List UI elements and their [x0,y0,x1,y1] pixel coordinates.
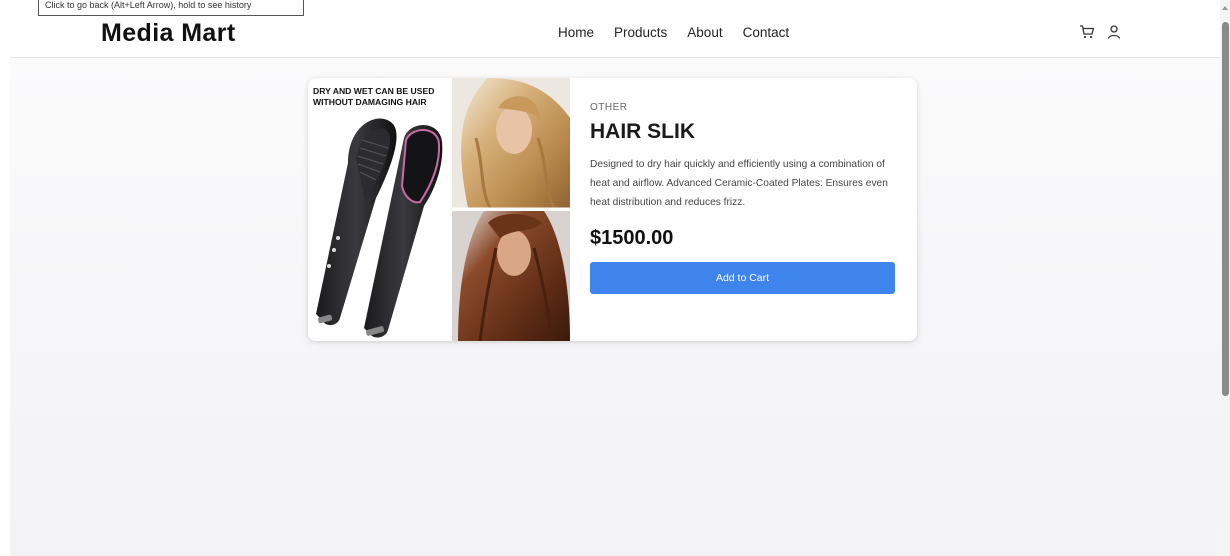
nav-links: Home Products About Contact [558,25,809,40]
user-icon[interactable] [1106,24,1122,40]
scroll-up-arrow-icon[interactable] [1222,6,1228,10]
model-photo-wavy-hair [452,78,570,209]
nav-link-products[interactable]: Products [614,25,667,40]
nav-link-contact[interactable]: Contact [743,25,790,40]
nav-link-home[interactable]: Home [558,25,594,40]
window-left-edge [0,0,10,556]
nav-icons [1079,24,1122,40]
product-category: OTHER [590,102,628,113]
nav-link-about[interactable]: About [687,25,722,40]
product-image: DRY AND WET CAN BE USED WITHOUT DAMAGING… [308,78,570,341]
product-description: Designed to dry hair quickly and efficie… [590,159,888,208]
back-button-tooltip: Click to go back (Alt+Left Arrow), hold … [38,0,304,16]
add-to-cart-button[interactable]: Add to Cart [590,262,895,294]
product-price: $1500.00 [590,227,674,249]
product-card: DRY AND WET CAN BE USED WITHOUT DAMAGING… [308,78,917,341]
product-details: OTHER HAIR SLIK Designed to dry hair qui… [590,78,896,341]
image-caption-line1: DRY AND WET CAN BE USED [313,86,434,96]
model-photo-straight-hair [452,211,570,341]
cart-icon[interactable] [1079,24,1095,40]
image-caption-line2: WITHOUT DAMAGING HAIR [313,97,427,107]
scrollbar-thumb[interactable] [1222,22,1229,396]
product-title: HAIR SLIK [590,120,695,143]
brand-logo[interactable]: Media Mart [101,19,236,48]
